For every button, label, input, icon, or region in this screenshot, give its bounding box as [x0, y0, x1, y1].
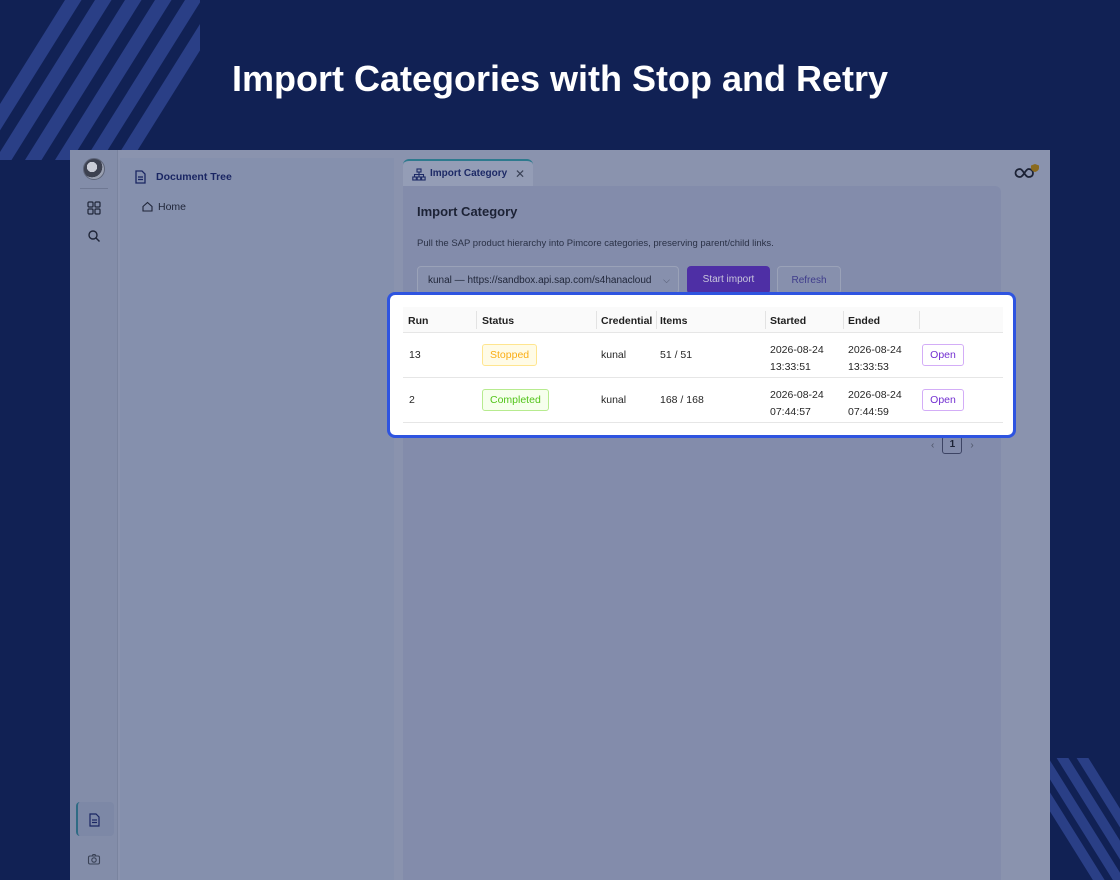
tab-label: Import Category — [430, 168, 508, 179]
cell-run: 2 — [409, 394, 415, 406]
tree-item-home[interactable]: Home — [158, 201, 186, 213]
column-header-items: Items — [660, 315, 688, 327]
column-separator — [919, 311, 920, 329]
table-row: 2 Completed kunal 168 / 168 2026-08-24 0… — [403, 378, 1003, 423]
runs-table: Run Status Credential Items Started Ende… — [403, 307, 1003, 423]
column-separator — [656, 311, 657, 329]
column-header-credential: Credential — [601, 315, 653, 327]
status-badge: Completed — [482, 389, 549, 411]
next-page-button[interactable]: › — [970, 440, 973, 451]
column-header-started: Started — [770, 315, 807, 327]
open-run-button[interactable]: Open — [922, 344, 964, 366]
open-run-button[interactable]: Open — [922, 389, 964, 411]
credential-select[interactable]: kunal — https://sandbox.api.sap.com/s4ha… — [417, 266, 679, 294]
cell-run: 13 — [409, 349, 421, 361]
left-rail — [70, 150, 118, 880]
ended-time: 07:44:59 — [848, 406, 889, 418]
document-icon[interactable] — [84, 810, 104, 830]
runs-table-card: Run Status Credential Items Started Ende… — [387, 292, 1016, 438]
decorative-stripes-bottom-right — [1050, 758, 1120, 880]
started-time: 07:44:57 — [770, 406, 811, 418]
search-icon[interactable] — [84, 226, 104, 246]
tab-import-category[interactable]: Import Category ✕ — [403, 159, 533, 186]
column-separator — [765, 311, 766, 329]
prev-page-button[interactable]: ‹ — [931, 440, 934, 451]
column-separator — [843, 311, 844, 329]
home-icon[interactable] — [141, 200, 154, 218]
app-window: Document Tree Home Import Category ✕ Imp… — [70, 150, 1050, 880]
ended-time: 13:33:53 — [848, 361, 889, 373]
headline: Import Categories with Stop and Retry — [231, 58, 889, 99]
table-row: 13 Stopped kunal 51 / 51 2026-08-24 13:3… — [403, 333, 1003, 378]
column-header-ended: Ended — [848, 315, 881, 327]
credential-select-value: kunal — https://sandbox.api.sap.com/s4ha… — [428, 275, 652, 286]
pagination: ‹ 1 › — [931, 436, 974, 454]
cell-items: 51 / 51 — [660, 349, 693, 361]
cell-items: 168 / 168 — [660, 394, 704, 406]
document-tree-panel: Document Tree Home — [120, 158, 394, 880]
status-badge: Stopped — [482, 344, 538, 366]
started-date: 2026-08-24 — [770, 344, 824, 356]
cell-ended: 2026-08-24 13:33:53 — [848, 342, 902, 376]
rail-divider — [80, 188, 108, 189]
avatar[interactable] — [83, 158, 105, 180]
import-category-panel: Import Category Pull the SAP product hie… — [403, 186, 1001, 880]
page-title: Import Category — [417, 204, 518, 219]
cell-credential: kunal — [601, 349, 627, 361]
table-header: Run Status Credential Items Started Ende… — [403, 307, 1003, 333]
refresh-button[interactable]: Refresh — [777, 266, 841, 294]
column-header-status: Status — [482, 315, 515, 327]
camera-icon[interactable] — [84, 849, 104, 869]
ended-date: 2026-08-24 — [848, 389, 902, 401]
start-import-button[interactable]: Start import — [687, 266, 770, 294]
started-date: 2026-08-24 — [770, 389, 824, 401]
document-tree-title: Document Tree — [156, 171, 232, 183]
cell-started: 2026-08-24 07:44:57 — [770, 387, 824, 421]
column-header-run: Run — [408, 315, 429, 327]
grid-icon[interactable] — [84, 198, 104, 218]
column-separator — [476, 311, 477, 329]
page-description: Pull the SAP product hierarchy into Pimc… — [417, 238, 774, 249]
brand-logo-icon — [1014, 162, 1040, 189]
close-icon[interactable]: ✕ — [515, 167, 525, 181]
page-1-button[interactable]: 1 — [942, 436, 963, 454]
cell-credential: kunal — [601, 394, 627, 406]
document-icon — [132, 169, 148, 190]
hierarchy-icon — [412, 168, 426, 186]
cell-ended: 2026-08-24 07:44:59 — [848, 387, 902, 421]
chevron-down-icon: ⌵ — [663, 275, 670, 285]
cell-started: 2026-08-24 13:33:51 — [770, 342, 824, 376]
column-separator — [596, 311, 597, 329]
ended-date: 2026-08-24 — [848, 344, 902, 356]
started-time: 13:33:51 — [770, 361, 811, 373]
